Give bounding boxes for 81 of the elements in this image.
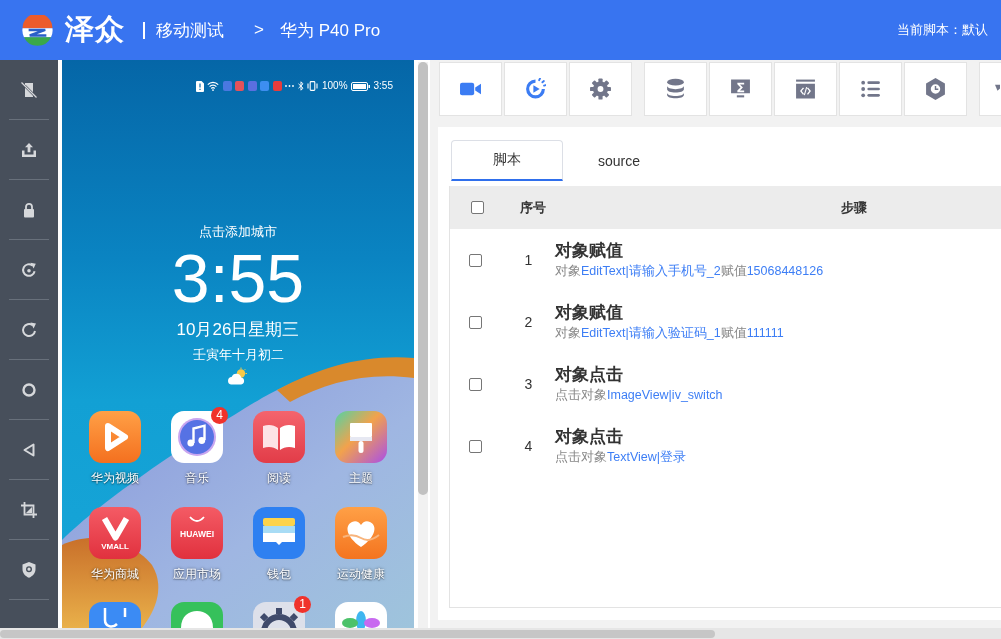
paintbrush-app-icon[interactable] bbox=[335, 411, 387, 463]
breadcrumb-item: 华为 P40 Pro bbox=[279, 19, 381, 42]
notification-badge: 4 bbox=[211, 407, 228, 424]
phone-slash-icon bbox=[21, 81, 37, 98]
chat-bubble-app-icon[interactable] bbox=[171, 602, 223, 628]
crop-icon bbox=[21, 501, 37, 518]
vibrate-icon bbox=[307, 81, 319, 91]
column-header: 步骤 bbox=[840, 198, 867, 217]
breadcrumb-separator: > bbox=[254, 20, 264, 40]
lunar-date: 壬寅年十月初二 bbox=[192, 347, 284, 363]
step-number: 3 bbox=[523, 376, 534, 392]
play-app-icon[interactable] bbox=[89, 411, 141, 463]
book-app-icon[interactable] bbox=[253, 411, 305, 463]
scrollbar-thumb[interactable] bbox=[418, 62, 428, 495]
wifi-icon bbox=[207, 81, 220, 91]
row-checkbox[interactable] bbox=[469, 315, 482, 329]
line-art-app-icon[interactable] bbox=[89, 602, 141, 628]
sim-alert-icon bbox=[195, 80, 204, 92]
shield-search-icon bbox=[21, 561, 37, 578]
smile-logo-app-icon[interactable]: HUAWEI bbox=[171, 507, 223, 559]
rotate-dot-icon bbox=[21, 261, 37, 278]
logo-text: HUAWEI bbox=[179, 529, 215, 539]
brand-name: 泽众 bbox=[65, 12, 125, 47]
app-label: 华为视频 bbox=[91, 470, 139, 486]
v-mark-icon bbox=[100, 514, 130, 542]
logo-text: VMALL bbox=[100, 542, 130, 552]
v-logo-app-icon[interactable]: VMALL bbox=[89, 507, 141, 559]
battery-percent: 100% bbox=[321, 80, 348, 92]
step-title: 对象赋值 bbox=[555, 241, 623, 261]
bluetooth-icon bbox=[297, 81, 304, 91]
music-note-app-icon[interactable] bbox=[171, 411, 223, 463]
step-title: 对象赋值 bbox=[555, 303, 623, 323]
tab[interactable]: 脚本 bbox=[451, 140, 563, 181]
arc-mark-icon bbox=[189, 516, 205, 523]
lock-date: 10月26日星期三 bbox=[176, 320, 300, 340]
status-time: 3:55 bbox=[373, 80, 393, 92]
heart-app-icon[interactable] bbox=[335, 507, 387, 559]
current-script-label: 当前脚本：默认 bbox=[897, 21, 989, 39]
app-label: 运动健康 bbox=[337, 566, 385, 582]
step-title: 对象点击 bbox=[555, 427, 623, 447]
wallet-app-icon[interactable] bbox=[253, 507, 305, 559]
lock-clock: 3:55 bbox=[171, 244, 305, 312]
toolbar-button[interactable] bbox=[644, 62, 707, 116]
logo-icon bbox=[22, 14, 53, 46]
app-label: 应用市场 bbox=[173, 566, 221, 582]
toolbar-button[interactable] bbox=[569, 62, 632, 116]
step-title: 对象点击 bbox=[555, 365, 623, 385]
app-label: 阅读 bbox=[267, 470, 291, 486]
toolbar-button[interactable] bbox=[839, 62, 902, 116]
partly-cloudy-icon bbox=[227, 367, 249, 385]
row-checkbox[interactable] bbox=[469, 439, 482, 453]
step-number: 4 bbox=[523, 438, 534, 454]
city-prompt[interactable]: 点击添加城市 bbox=[199, 224, 277, 240]
scrollbar-thumb[interactable] bbox=[0, 630, 715, 638]
step-detail: 对象EditText|请输入验证码_1赋值111111 bbox=[555, 325, 784, 341]
flower-app-icon[interactable] bbox=[335, 602, 387, 628]
column-header: 序号 bbox=[519, 198, 547, 217]
app-label: 钱包 bbox=[267, 566, 291, 582]
select-all-checkbox[interactable] bbox=[471, 201, 484, 214]
upload-tray-icon bbox=[21, 141, 37, 158]
step-number: 1 bbox=[523, 252, 534, 268]
breadcrumb-item[interactable]: 移动测试 bbox=[156, 18, 224, 42]
lock-icon bbox=[21, 201, 37, 218]
row-checkbox[interactable] bbox=[469, 377, 482, 391]
app-label: 华为商城 bbox=[91, 566, 139, 582]
toolbar-button[interactable] bbox=[904, 62, 967, 116]
step-number: 2 bbox=[523, 314, 534, 330]
step-detail: 点击对象ImageView|iv_switch bbox=[555, 387, 723, 403]
toolbar-button[interactable] bbox=[504, 62, 567, 116]
app-label: 主题 bbox=[349, 470, 373, 486]
refresh-icon bbox=[21, 321, 37, 338]
triangle-back-icon bbox=[21, 441, 37, 458]
toolbar-button[interactable] bbox=[709, 62, 772, 116]
app-label: 音乐 bbox=[185, 470, 209, 486]
row-checkbox[interactable] bbox=[469, 253, 482, 267]
toolbar-button[interactable] bbox=[439, 62, 502, 116]
step-detail: 对象EditText|请输入手机号_2赋值15068448126 bbox=[555, 263, 824, 279]
step-detail: 点击对象TextView|登录 bbox=[555, 449, 687, 465]
battery-icon bbox=[351, 81, 371, 91]
circle-icon bbox=[21, 381, 37, 398]
toolbar-button[interactable] bbox=[774, 62, 837, 116]
